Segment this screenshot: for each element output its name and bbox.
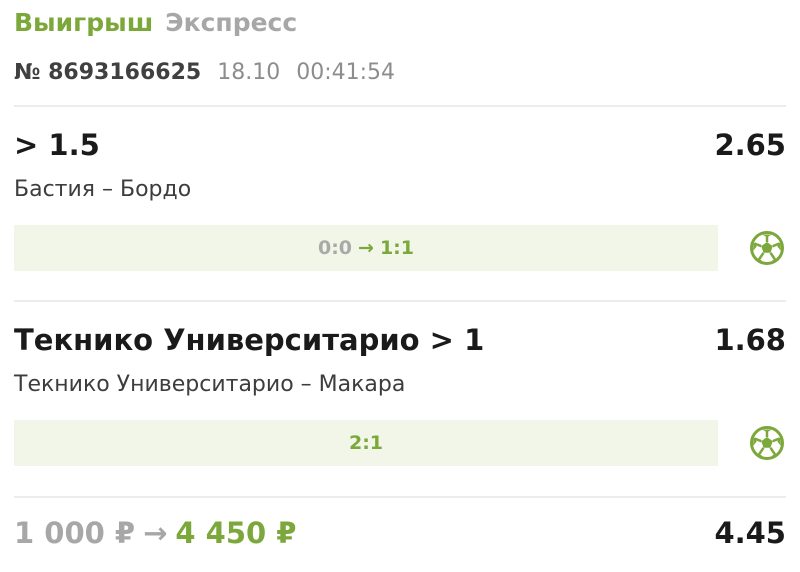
score-before: 0:0: [317, 237, 353, 259]
score-arrow-icon: →: [358, 237, 374, 259]
arrow-right-icon: →: [143, 516, 168, 550]
bet-number: № 8693166625: [14, 60, 202, 85]
event-head: Текнико Университарио > 1 1.68: [14, 323, 786, 359]
final-score: 2:1: [348, 432, 384, 454]
event-item[interactable]: > 1.5 2.65 Бастия – Бордо 0:0 → 1:1: [14, 128, 786, 278]
stake-line: 1 000 ₽ → 4 450 ₽: [14, 516, 297, 550]
bet-status: Выигрыш: [14, 8, 154, 37]
bet-time: 00:41:54: [296, 60, 396, 85]
event-match: Текнико Университарио – Макара: [14, 372, 406, 397]
bet-meta: № 8693166625 18.10 00:41:54: [14, 60, 395, 85]
score-after: 1:1: [379, 237, 414, 259]
event-odds: 2.65: [714, 128, 786, 162]
stake-amount: 1 000 ₽: [14, 516, 136, 550]
score-bar: 0:0 → 1:1: [14, 225, 718, 271]
total-odds: 4.45: [714, 516, 786, 550]
divider: [14, 300, 786, 302]
payout-amount: 4 450 ₽: [175, 516, 297, 550]
bet-type: Экспресс: [165, 8, 298, 37]
event-outcome: > 1.5: [14, 128, 100, 162]
divider: [14, 105, 786, 107]
event-head: > 1.5 2.65: [14, 128, 786, 164]
soccer-ball-icon: [750, 231, 784, 265]
divider: [14, 496, 786, 498]
soccer-ball-icon: [750, 426, 784, 460]
score-bar: 2:1: [14, 420, 718, 466]
bet-date: 18.10: [217, 60, 281, 85]
bet-summary: 1 000 ₽ → 4 450 ₽ 4.45: [14, 516, 786, 556]
event-outcome: Текнико Университарио > 1: [14, 323, 485, 357]
bet-card: Выигрыш Экспресс № 8693166625 18.10 00:4…: [0, 0, 800, 572]
event-item[interactable]: Текнико Университарио > 1 1.68 Текнико У…: [14, 323, 786, 473]
bet-header: Выигрыш Экспресс: [14, 8, 297, 44]
event-match: Бастия – Бордо: [14, 177, 192, 202]
event-odds: 1.68: [714, 323, 786, 357]
